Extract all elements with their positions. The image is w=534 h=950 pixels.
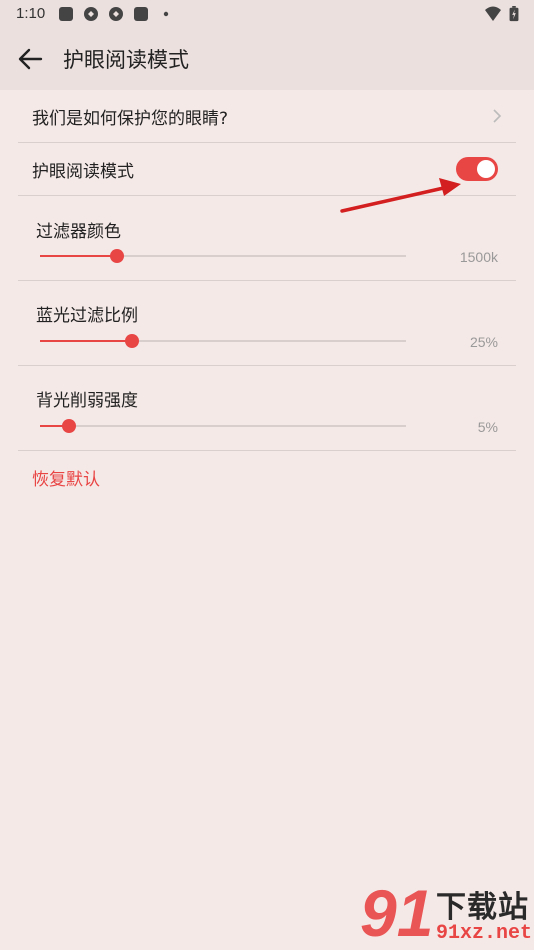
slider-label: 过滤器颜色	[36, 222, 121, 242]
slider-thumb[interactable]	[62, 419, 77, 433]
slider-fill	[40, 340, 132, 342]
slider-label: 蓝光过滤比例	[36, 306, 138, 326]
chevron-right-icon	[493, 109, 502, 123]
slider-value: 5%	[477, 419, 498, 435]
back-button[interactable]	[14, 42, 48, 76]
reset-default-button[interactable]: 恢复默认	[32, 465, 100, 490]
slider-fill	[40, 255, 117, 257]
app-icon	[59, 7, 73, 21]
watermark-url: 91xz.net	[436, 922, 533, 945]
watermark-number: 91	[360, 876, 434, 950]
slider-thumb[interactable]	[124, 334, 139, 348]
eye-mode-label: 护眼阅读模式	[32, 162, 134, 182]
toggle-knob	[477, 160, 495, 178]
app-icon	[84, 7, 98, 21]
dot-icon	[163, 11, 169, 17]
slider-value: 25%	[469, 334, 498, 350]
protect-eyes-label: 我们是如何保护您的眼睛?	[32, 109, 229, 129]
eye-mode-toggle[interactable]	[456, 157, 498, 181]
slider-label: 背光削弱强度	[36, 391, 138, 411]
protect-eyes-link[interactable]: 我们是如何保护您的眼睛?	[18, 90, 516, 142]
battery-icon	[509, 6, 519, 22]
arrow-left-icon	[18, 48, 43, 70]
page-title: 护眼阅读模式	[63, 48, 189, 72]
status-time: 1:10	[16, 5, 46, 22]
eye-mode-row: 护眼阅读模式	[18, 143, 516, 195]
filter-color-slider[interactable]	[40, 249, 406, 263]
filter-color-setting: 过滤器颜色 1500k	[18, 196, 516, 280]
slider-thumb[interactable]	[109, 249, 124, 263]
watermark-name: 下载站	[436, 890, 529, 925]
backlight-setting: 背光削弱强度 5%	[18, 366, 516, 450]
app-icon	[134, 7, 148, 21]
status-bar: 1:10	[0, 0, 534, 28]
app-bar: 护眼阅读模式	[0, 28, 534, 90]
divider	[18, 450, 516, 451]
blue-light-slider[interactable]	[40, 334, 406, 348]
backlight-slider[interactable]	[40, 419, 406, 433]
blue-light-setting: 蓝光过滤比例 25%	[18, 281, 516, 365]
app-icon	[109, 7, 123, 21]
watermark-logo: 91 下载站 91xz.net	[360, 880, 534, 950]
slider-value: 1500k	[459, 249, 498, 265]
wifi-icon	[485, 6, 501, 21]
